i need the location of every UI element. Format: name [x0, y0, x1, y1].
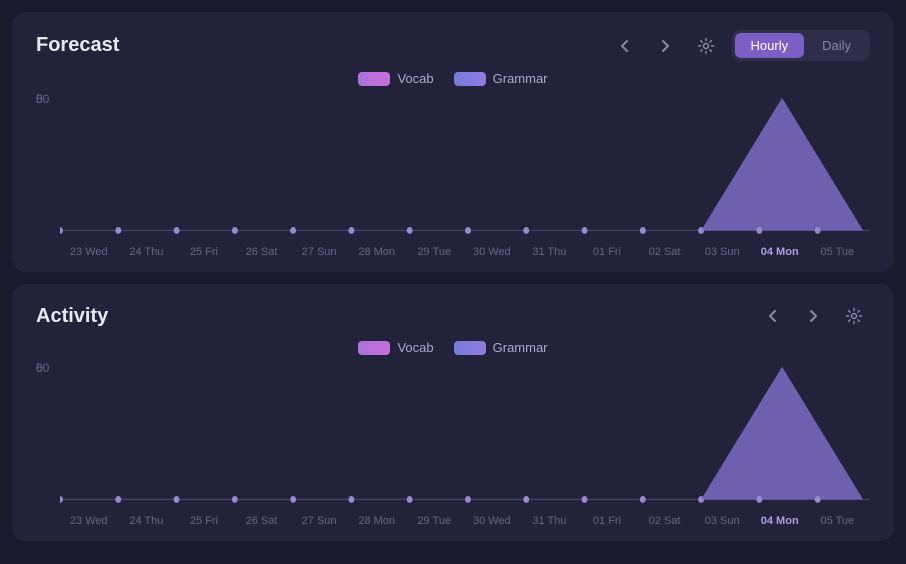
chevron-right-icon [804, 307, 822, 325]
hourly-toggle-button[interactable]: Hourly [735, 33, 805, 58]
activity-vocab-label: Vocab [397, 340, 433, 355]
x-label-1: 24 Thu [118, 246, 176, 258]
activity-prev-button[interactable] [758, 303, 788, 329]
ax-label-10: 02 Sat [636, 515, 694, 527]
activity-controls [758, 302, 870, 330]
forecast-chart [36, 92, 870, 242]
activity-chart [36, 361, 870, 511]
forecast-title: Forecast [36, 34, 119, 57]
daily-toggle-button[interactable]: Daily [806, 33, 867, 58]
ax-label-12: 04 Mon [751, 515, 809, 527]
forecast-svg [60, 92, 870, 242]
vocab-legend-swatch [358, 72, 390, 86]
activity-chart-container: 50 0 23 Wed [36, 361, 870, 527]
forecast-header: Forecast Hourly Daily [36, 30, 870, 61]
ax-label-2: 25 Fri [175, 515, 233, 527]
ax-label-5: 28 Mon [348, 515, 406, 527]
vocab-legend-label: Vocab [397, 71, 433, 86]
activity-vocab-swatch [358, 341, 390, 355]
ax-label-9: 01 Fri [578, 515, 636, 527]
x-label-9: 01 Fri [578, 246, 636, 258]
ax-label-0: 23 Wed [60, 515, 118, 527]
forecast-x-labels: 23 Wed 24 Thu 25 Fri 26 Sat 27 Sun 28 Mo… [36, 246, 870, 258]
chevron-right-icon [656, 37, 674, 55]
forecast-settings-button[interactable] [690, 32, 722, 60]
activity-title: Activity [36, 305, 108, 328]
activity-header: Activity [36, 302, 870, 330]
grammar-legend-swatch [454, 72, 486, 86]
forecast-chart-container: 50 0 [36, 92, 870, 258]
activity-svg [60, 361, 870, 511]
ax-label-4: 27 Sun [290, 515, 348, 527]
view-toggle: Hourly Daily [732, 30, 870, 61]
x-label-8: 31 Thu [521, 246, 579, 258]
x-label-0: 23 Wed [60, 246, 118, 258]
activity-grammar-label: Grammar [493, 340, 548, 355]
activity-next-button[interactable] [798, 303, 828, 329]
chevron-left-icon [764, 307, 782, 325]
activity-grammar-swatch [454, 341, 486, 355]
forecast-legend: Vocab Grammar [36, 71, 870, 86]
ax-label-11: 03 Sun [693, 515, 751, 527]
activity-grammar-legend-item: Grammar [454, 340, 548, 355]
grammar-legend-label: Grammar [493, 71, 548, 86]
x-label-2: 25 Fri [175, 246, 233, 258]
ax-label-13: 05 Tue [809, 515, 867, 527]
gear-icon [697, 37, 715, 55]
ax-label-8: 31 Thu [521, 515, 579, 527]
x-label-10: 02 Sat [636, 246, 694, 258]
activity-settings-button[interactable] [838, 302, 870, 330]
forecast-prev-button[interactable] [610, 33, 640, 59]
forecast-controls: Hourly Daily [610, 30, 870, 61]
activity-card: Activity Vocab Grammar 50 [12, 284, 894, 541]
x-label-11: 03 Sun [693, 246, 751, 258]
x-label-12: 04 Mon [751, 246, 809, 258]
vocab-legend-item: Vocab [358, 71, 433, 86]
ax-label-1: 24 Thu [118, 515, 176, 527]
activity-legend: Vocab Grammar [36, 340, 870, 355]
x-label-4: 27 Sun [290, 246, 348, 258]
grammar-legend-item: Grammar [454, 71, 548, 86]
ax-label-7: 30 Wed [463, 515, 521, 527]
ax-label-6: 29 Tue [405, 515, 463, 527]
activity-x-labels: 23 Wed 24 Thu 25 Fri 26 Sat 27 Sun 28 Mo… [36, 515, 870, 527]
chevron-left-icon [616, 37, 634, 55]
activity-vocab-legend-item: Vocab [358, 340, 433, 355]
forecast-card: Forecast Hourly Daily Vocab [12, 12, 894, 272]
x-label-7: 30 Wed [463, 246, 521, 258]
forecast-next-button[interactable] [650, 33, 680, 59]
ax-label-3: 26 Sat [233, 515, 291, 527]
x-label-13: 05 Tue [809, 246, 867, 258]
gear-icon [845, 307, 863, 325]
x-label-3: 26 Sat [233, 246, 291, 258]
x-label-6: 29 Tue [405, 246, 463, 258]
x-label-5: 28 Mon [348, 246, 406, 258]
